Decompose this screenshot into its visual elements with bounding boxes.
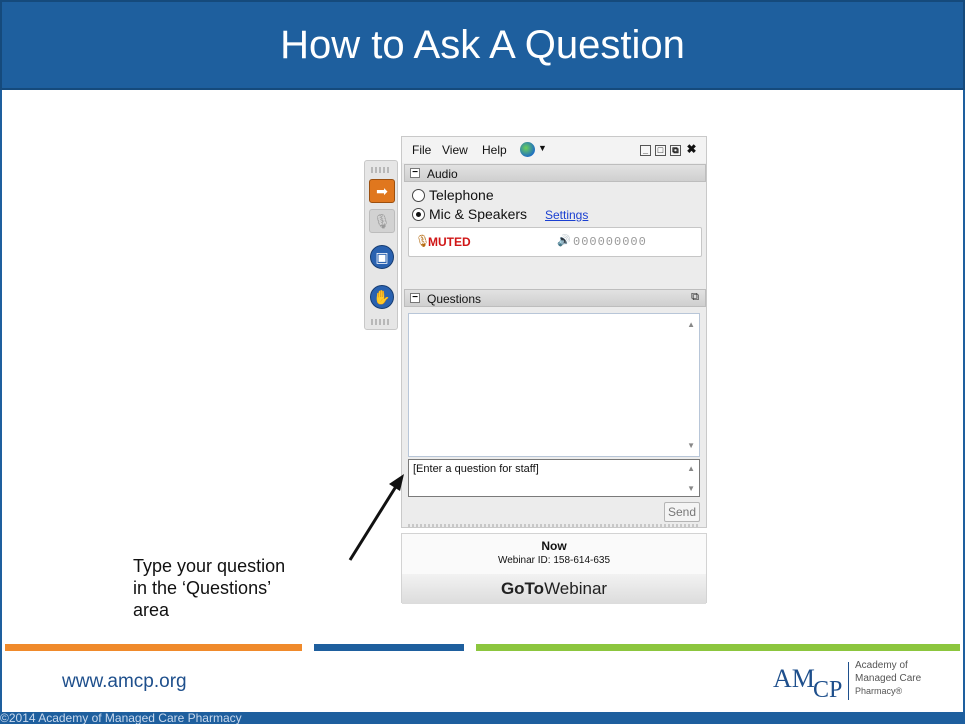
amcp-logo: AM CP Academy of Managed Care Pharmacy® — [773, 660, 933, 706]
footer-strip: ©2014 Academy of Managed Care Pharmacy — [0, 711, 965, 724]
accent-bar-blue — [314, 644, 464, 651]
accent-bar-green — [476, 644, 960, 651]
callout-arrow — [348, 474, 404, 561]
copyright-text: ©2014 Academy of Managed Care Pharmacy — [0, 711, 242, 724]
accent-bar-orange — [5, 644, 302, 651]
logo-mark: AM — [773, 664, 815, 693]
logo-divider — [848, 662, 849, 700]
logo-mark-sub: CP — [813, 677, 843, 703]
logo-line-1: Academy of — [855, 660, 908, 671]
logo-line-2: Managed Care — [855, 673, 922, 684]
website-url[interactable]: www.amcp.org — [62, 671, 187, 693]
logo-line-3: Pharmacy® — [855, 686, 903, 696]
